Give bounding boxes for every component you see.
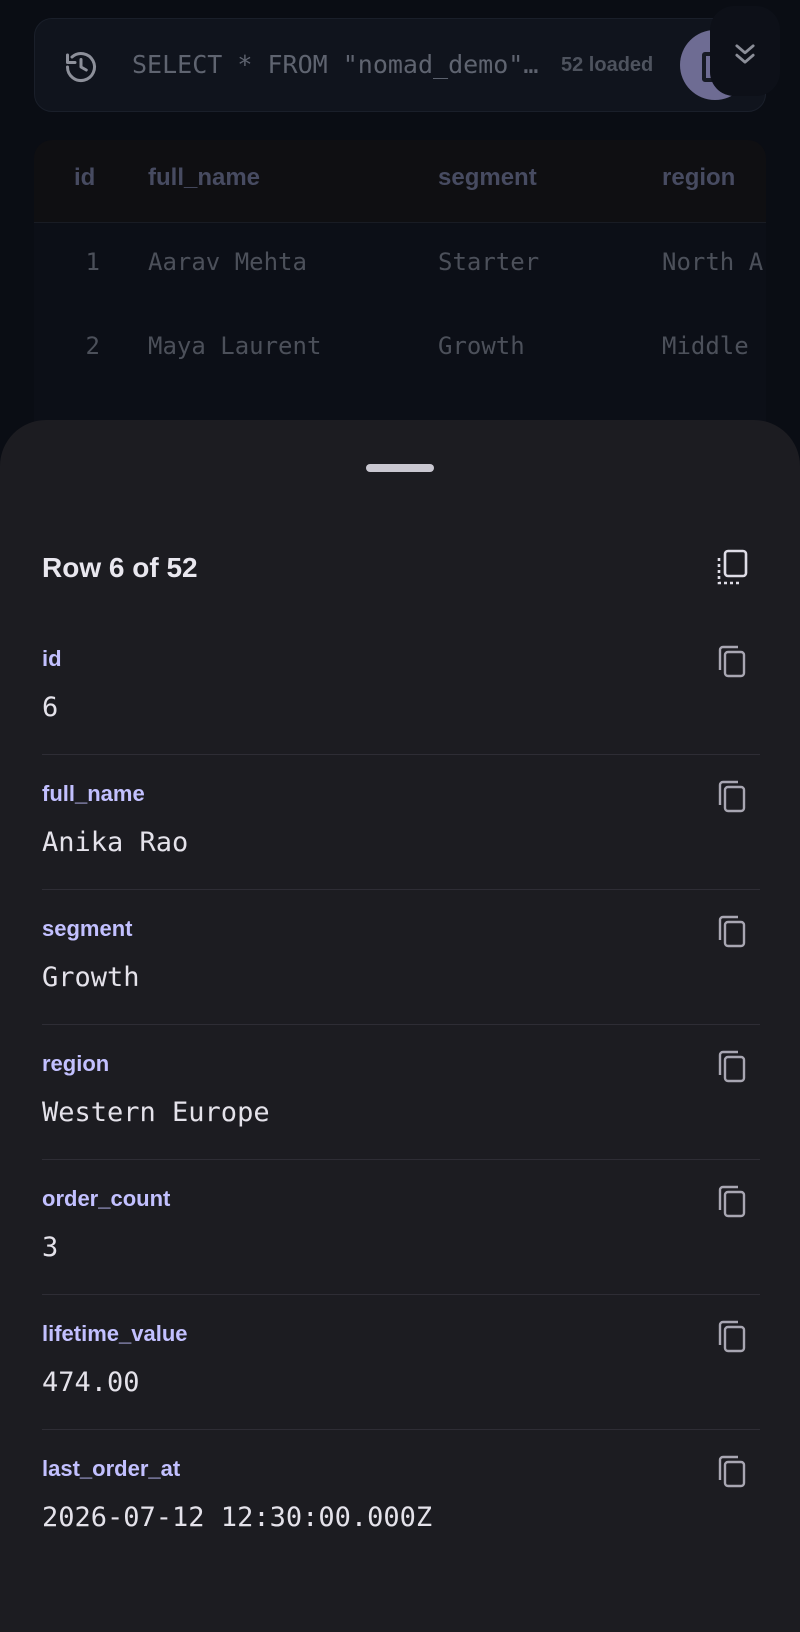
field-id: id 6 xyxy=(42,620,760,755)
table-cell: Starter xyxy=(438,248,540,276)
field-value: Growth xyxy=(42,962,140,993)
drag-handle[interactable] xyxy=(366,464,434,472)
loaded-count: 52 loaded xyxy=(561,54,654,76)
table-row[interactable]: 1 Aarav Mehta Starter North A xyxy=(34,222,766,306)
field-value: Western Europe xyxy=(42,1097,270,1128)
field-last-order-at: last_order_at 2026-07-12 12:30:00.000Z xyxy=(42,1430,760,1565)
field-segment: segment Growth xyxy=(42,890,760,1025)
field-label: full_name xyxy=(42,781,145,806)
field-label: last_order_at xyxy=(42,1456,181,1481)
table-row[interactable]: 2 Maya Laurent Growth Middle xyxy=(34,306,766,390)
field-region: region Western Europe xyxy=(42,1025,760,1160)
copy-icon[interactable] xyxy=(716,644,748,680)
copy-icon[interactable] xyxy=(716,1184,748,1220)
table-cell: Aarav Mehta xyxy=(148,248,307,276)
history-icon[interactable] xyxy=(63,49,99,85)
field-label: lifetime_value xyxy=(42,1321,188,1346)
column-header-id[interactable]: id xyxy=(74,164,118,192)
field-label: segment xyxy=(42,916,133,941)
table-cell: 1 xyxy=(85,248,100,276)
field-value: Anika Rao xyxy=(42,827,189,858)
copy-icon[interactable] xyxy=(716,914,748,950)
query-text[interactable]: SELECT * FROM "nomad_demo"… xyxy=(132,50,552,79)
field-value: 6 xyxy=(42,692,59,723)
field-value: 474.00 xyxy=(42,1367,140,1398)
column-header-segment[interactable]: segment xyxy=(438,164,537,192)
column-header-region[interactable]: region xyxy=(662,164,735,192)
table-header: id full_name segment region xyxy=(34,140,766,223)
copy-icon[interactable] xyxy=(716,1049,748,1085)
copy-icon[interactable] xyxy=(716,779,748,815)
results-table: id full_name segment region 1 Aarav Meht… xyxy=(34,140,766,440)
field-full-name: full_name Anika Rao xyxy=(42,755,760,890)
copy-icon[interactable] xyxy=(716,1454,748,1490)
table-cell: North A xyxy=(662,248,764,276)
table-cell: 2 xyxy=(85,332,100,360)
row-detail-sheet: Row 6 of 52 id 6 full_name Anika Rao seg… xyxy=(0,420,800,1632)
field-order-count: order_count 3 xyxy=(42,1160,760,1295)
table-cell: Middle xyxy=(662,332,749,360)
field-label: region xyxy=(42,1051,110,1076)
collapse-button[interactable] xyxy=(710,6,780,96)
double-chevron-down-icon xyxy=(735,44,755,64)
field-value: 3 xyxy=(42,1232,59,1263)
field-label: order_count xyxy=(42,1186,171,1211)
sheet-title: Row 6 of 52 xyxy=(42,552,198,583)
field-label: id xyxy=(42,646,62,671)
field-lifetime-value: lifetime_value 474.00 xyxy=(42,1295,760,1430)
table-cell: Growth xyxy=(438,332,525,360)
field-value: 2026-07-12 12:30:00.000Z xyxy=(42,1502,433,1533)
column-header-full-name[interactable]: full_name xyxy=(148,164,260,192)
copy-icon[interactable] xyxy=(716,1319,748,1355)
query-bar[interactable]: SELECT * FROM "nomad_demo"… 52 loaded xyxy=(34,18,766,112)
table-cell: Maya Laurent xyxy=(148,332,322,360)
copy-all-icon[interactable] xyxy=(714,548,750,588)
